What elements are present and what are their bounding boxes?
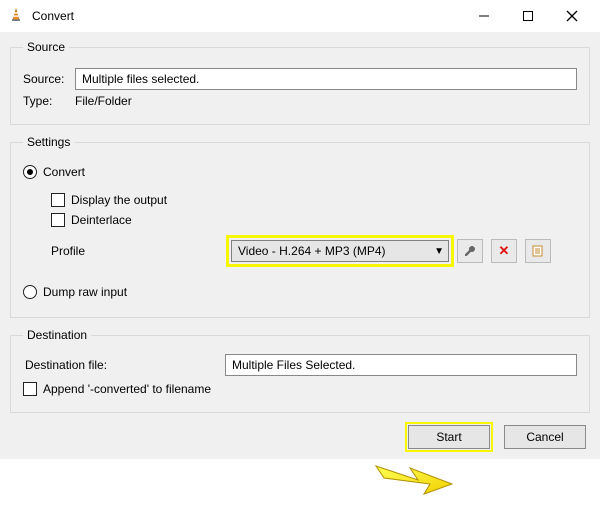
wrench-icon xyxy=(463,244,477,258)
profile-value: Video - H.264 + MP3 (MP4) xyxy=(238,244,434,258)
destination-group: Destination Destination file: Append '-c… xyxy=(10,328,590,413)
type-value: File/Folder xyxy=(75,94,132,108)
convert-radio[interactable]: Convert xyxy=(23,165,577,179)
convert-radio-label: Convert xyxy=(43,165,85,179)
display-output-label: Display the output xyxy=(71,193,167,207)
profile-dropdown[interactable]: Video - H.264 + MP3 (MP4) ▼ xyxy=(231,240,449,262)
source-group: Source Source: Type: File/Folder xyxy=(10,40,590,125)
source-input[interactable] xyxy=(75,68,577,90)
display-output-checkbox[interactable]: Display the output xyxy=(51,193,577,207)
start-button[interactable]: Start xyxy=(408,425,490,449)
vlc-cone-icon xyxy=(8,7,24,26)
annotation-arrow-icon xyxy=(370,460,460,500)
append-converted-checkbox[interactable]: Append '-converted' to filename xyxy=(23,382,577,396)
destination-legend: Destination xyxy=(23,328,91,342)
settings-legend: Settings xyxy=(23,135,74,149)
window-title: Convert xyxy=(32,9,74,23)
new-profile-button[interactable] xyxy=(525,239,551,263)
settings-group: Settings Convert Display the output Dein… xyxy=(10,135,590,318)
delete-profile-button[interactable]: ✕ xyxy=(491,239,517,263)
profile-label: Profile xyxy=(51,244,231,258)
edit-profile-button[interactable] xyxy=(457,239,483,263)
destination-file-label: Destination file: xyxy=(25,358,225,372)
cancel-button[interactable]: Cancel xyxy=(504,425,586,449)
deinterlace-label: Deinterlace xyxy=(71,213,132,227)
checkbox-icon xyxy=(23,382,37,396)
source-legend: Source xyxy=(23,40,69,54)
close-button[interactable] xyxy=(550,2,594,30)
type-label: Type: xyxy=(23,94,75,108)
checkbox-icon xyxy=(51,213,65,227)
chevron-down-icon: ▼ xyxy=(434,246,444,257)
minimize-button[interactable] xyxy=(462,2,506,30)
radio-icon xyxy=(23,285,37,299)
new-file-icon xyxy=(531,244,545,258)
radio-icon xyxy=(23,165,37,179)
titlebar: Convert xyxy=(0,0,600,32)
dump-raw-label: Dump raw input xyxy=(43,285,127,299)
maximize-button[interactable] xyxy=(506,2,550,30)
dump-raw-radio[interactable]: Dump raw input xyxy=(23,285,577,299)
source-label: Source: xyxy=(23,72,75,86)
append-converted-label: Append '-converted' to filename xyxy=(43,382,211,396)
destination-file-input[interactable] xyxy=(225,354,577,376)
checkbox-icon xyxy=(51,193,65,207)
deinterlace-checkbox[interactable]: Deinterlace xyxy=(51,213,577,227)
x-icon: ✕ xyxy=(499,243,510,259)
